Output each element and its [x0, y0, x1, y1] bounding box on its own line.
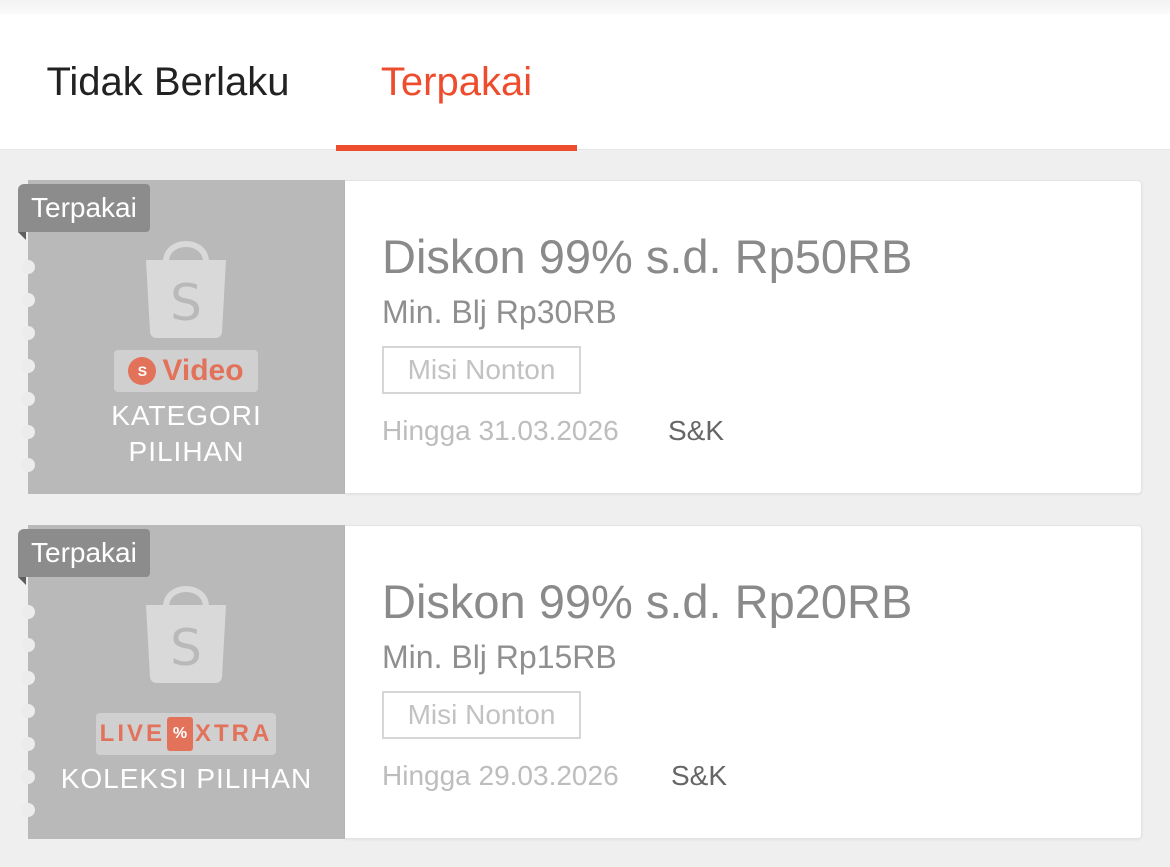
- xtra-label: XTRA: [195, 720, 273, 747]
- tab-terpakai[interactable]: Terpakai: [336, 14, 577, 151]
- svg-text:S: S: [170, 619, 202, 677]
- tab-bar: Tidak Berlaku Terpakai: [0, 14, 1170, 151]
- voucher-card[interactable]: S LIVE % XTRA KOLEKSI PILIHAN Terpakai D…: [14, 518, 1156, 839]
- voucher-details: Diskon 99% s.d. Rp20RB Min. Blj Rp15RB M…: [345, 525, 1142, 839]
- category-label: KATEGORI: [111, 400, 262, 431]
- percent-ticket-icon: %: [167, 717, 193, 751]
- svg-text:S: S: [170, 274, 202, 332]
- voucher-title: Diskon 99% s.d. Rp20RB: [382, 575, 913, 628]
- badge-fold: [18, 577, 26, 585]
- tab-tidak-berlaku[interactable]: Tidak Berlaku: [0, 14, 336, 150]
- voucher-title: Diskon 99% s.d. Rp50RB: [382, 230, 913, 283]
- voucher-card[interactable]: S S Video KATEGORI PILIHAN Terpakai Disk…: [14, 173, 1156, 494]
- expiry-date: Hingga 29.03.2026: [382, 760, 619, 791]
- status-badge: Terpakai: [18, 529, 150, 577]
- voucher-list: S S Video KATEGORI PILIHAN Terpakai Disk…: [0, 151, 1170, 867]
- badge-fold: [18, 232, 26, 240]
- category-label: KOLEKSI PILIHAN: [60, 763, 313, 794]
- terms-link[interactable]: S&K: [671, 760, 727, 792]
- min-spend: Min. Blj Rp15RB: [382, 639, 617, 675]
- mission-tag: Misi Nonton: [382, 691, 581, 739]
- video-chip: S Video: [114, 350, 258, 392]
- live-label: LIVE: [99, 720, 165, 747]
- status-strip: [0, 0, 1170, 14]
- min-spend: Min. Blj Rp30RB: [382, 294, 617, 330]
- voucher-details: Diskon 99% s.d. Rp50RB Min. Blj Rp30RB M…: [345, 180, 1142, 494]
- status-badge: Terpakai: [18, 184, 150, 232]
- live-xtra-chip: LIVE % XTRA: [96, 713, 276, 755]
- mission-tag: Misi Nonton: [382, 346, 581, 394]
- shopee-bag-icon: S: [146, 241, 226, 338]
- video-chip-label: Video: [162, 354, 244, 387]
- play-icon: S: [128, 357, 157, 385]
- expiry-date: Hingga 31.03.2026: [382, 415, 619, 446]
- shopee-bag-icon: S: [146, 586, 226, 683]
- terms-link[interactable]: S&K: [668, 415, 724, 447]
- category-label-2: PILIHAN: [128, 436, 245, 467]
